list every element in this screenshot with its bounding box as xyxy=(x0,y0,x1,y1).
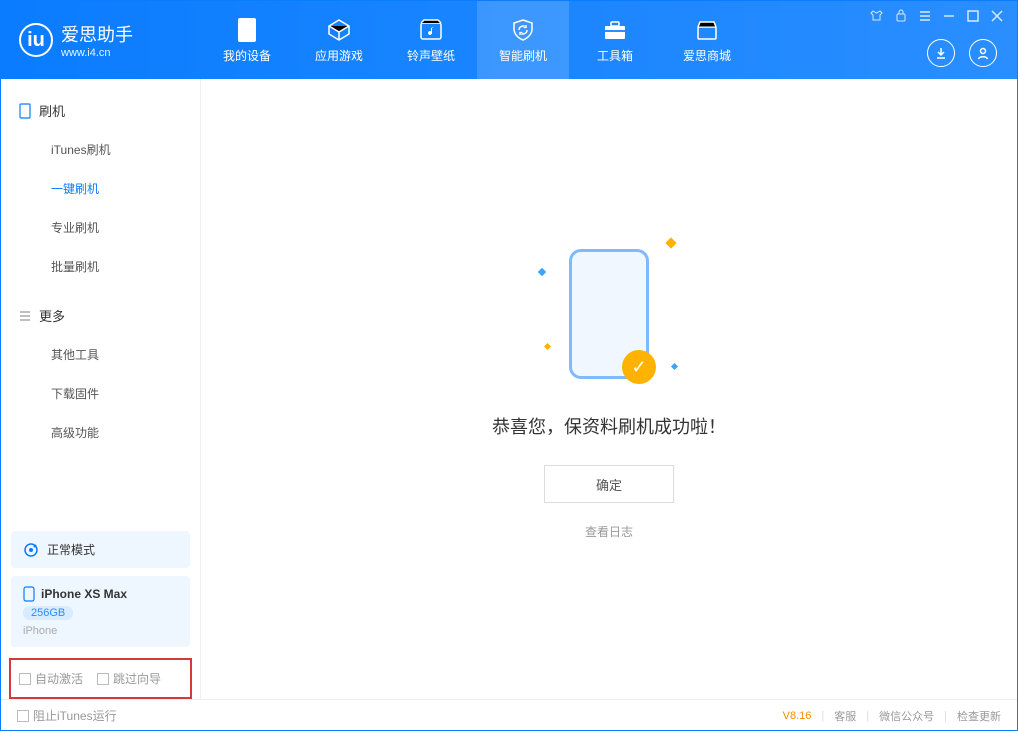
success-illustration: ✓ xyxy=(569,249,649,379)
sidebar-item-advanced[interactable]: 高级功能 xyxy=(1,413,200,452)
group-title: 更多 xyxy=(39,306,65,325)
device-card[interactable]: iPhone XS Max 256GB iPhone xyxy=(11,576,190,647)
app-title: 爱思助手 xyxy=(61,21,133,47)
sidebar-item-other-tools[interactable]: 其他工具 xyxy=(1,335,200,374)
logo[interactable]: iu 爱思助手 www.i4.cn xyxy=(1,21,201,59)
nav-store[interactable]: 爱思商城 xyxy=(661,1,753,79)
sidebar-item-pro-flash[interactable]: 专业刷机 xyxy=(1,208,200,247)
sidebar-item-itunes-flash[interactable]: iTunes刷机 xyxy=(1,130,200,169)
sparkle-icon xyxy=(544,343,551,350)
footer: 阻止iTunes运行 V8.16 | 客服 | 微信公众号 | 检查更新 xyxy=(1,699,1017,731)
footer-link-support[interactable]: 客服 xyxy=(834,708,856,724)
checkbox-icon xyxy=(97,673,109,685)
device-mode-status[interactable]: 正常模式 xyxy=(11,531,190,568)
checkbox-label: 自动激活 xyxy=(35,670,83,687)
sidebar-group-flash: 刷机 xyxy=(1,91,200,130)
skip-guide-checkbox[interactable]: 跳过向导 xyxy=(97,670,161,687)
footer-link-update[interactable]: 检查更新 xyxy=(957,708,1001,724)
header: iu 爱思助手 www.i4.cn 我的设备 应用游戏 铃声壁纸 智能刷机 工具… xyxy=(1,1,1017,79)
phone-icon xyxy=(23,586,35,602)
window-controls xyxy=(870,9,1003,27)
status-icon xyxy=(23,542,39,558)
device-storage-badge: 256GB xyxy=(23,606,73,620)
minimize-button[interactable] xyxy=(943,9,955,27)
version-label[interactable]: V8.16 xyxy=(783,710,812,722)
checkbox-icon xyxy=(19,673,31,685)
status-text: 正常模式 xyxy=(47,541,95,558)
toolbox-icon xyxy=(602,17,628,43)
sparkle-icon xyxy=(665,237,676,248)
check-badge-icon: ✓ xyxy=(622,350,656,384)
confirm-button[interactable]: 确定 xyxy=(544,465,674,503)
sidebar: 刷机 iTunes刷机 一键刷机 专业刷机 批量刷机 更多 其他工具 下载固件 … xyxy=(1,79,201,699)
nav-label: 应用游戏 xyxy=(315,47,363,64)
refresh-shield-icon xyxy=(510,17,536,43)
checkbox-label: 跳过向导 xyxy=(113,670,161,687)
nav-ringtones[interactable]: 铃声壁纸 xyxy=(385,1,477,79)
nav-apps-games[interactable]: 应用游戏 xyxy=(293,1,385,79)
lock-icon[interactable] xyxy=(895,9,907,27)
success-message: 恭喜您，保资料刷机成功啦！ xyxy=(492,413,726,439)
logo-icon: iu xyxy=(19,23,53,57)
view-log-link[interactable]: 查看日志 xyxy=(585,523,633,540)
shop-icon xyxy=(694,17,720,43)
maximize-button[interactable] xyxy=(967,9,979,27)
highlighted-options-box: 自动激活 跳过向导 xyxy=(9,658,192,699)
nav-label: 智能刷机 xyxy=(499,47,547,64)
nav-label: 工具箱 xyxy=(597,47,633,64)
nav-label: 我的设备 xyxy=(223,47,271,64)
app-subtitle: www.i4.cn xyxy=(61,47,133,59)
nav-my-device[interactable]: 我的设备 xyxy=(201,1,293,79)
phone-graphic: ✓ xyxy=(569,249,649,379)
group-title: 刷机 xyxy=(39,101,65,120)
block-itunes-checkbox[interactable]: 阻止iTunes运行 xyxy=(17,707,117,724)
sparkle-icon xyxy=(538,268,546,276)
download-button[interactable] xyxy=(927,39,955,67)
close-button[interactable] xyxy=(991,9,1003,27)
footer-link-wechat[interactable]: 微信公众号 xyxy=(879,708,934,724)
main-content: ✓ 恭喜您，保资料刷机成功啦！ 确定 查看日志 xyxy=(201,79,1017,699)
sidebar-item-oneclick-flash[interactable]: 一键刷机 xyxy=(1,169,200,208)
menu-icon[interactable] xyxy=(919,9,931,27)
checkbox-icon xyxy=(17,710,29,722)
device-icon xyxy=(234,17,260,43)
sidebar-group-more: 更多 xyxy=(1,296,200,335)
header-right xyxy=(927,39,997,67)
nav-smart-flash[interactable]: 智能刷机 xyxy=(477,1,569,79)
shirt-icon[interactable] xyxy=(870,9,883,27)
cube-icon xyxy=(326,17,352,43)
sidebar-item-batch-flash[interactable]: 批量刷机 xyxy=(1,247,200,286)
checkbox-label: 阻止iTunes运行 xyxy=(33,707,117,724)
sparkle-icon xyxy=(671,363,678,370)
nav-label: 铃声壁纸 xyxy=(407,47,455,64)
nav-label: 爱思商城 xyxy=(683,47,731,64)
auto-activate-checkbox[interactable]: 自动激活 xyxy=(19,670,83,687)
list-icon xyxy=(19,310,31,322)
top-nav: 我的设备 应用游戏 铃声壁纸 智能刷机 工具箱 爱思商城 xyxy=(201,1,753,79)
device-type: iPhone xyxy=(23,625,178,637)
phone-icon xyxy=(19,103,31,119)
device-name: iPhone XS Max xyxy=(41,587,127,601)
music-folder-icon xyxy=(418,17,444,43)
sidebar-item-download-firmware[interactable]: 下载固件 xyxy=(1,374,200,413)
nav-toolbox[interactable]: 工具箱 xyxy=(569,1,661,79)
user-button[interactable] xyxy=(969,39,997,67)
